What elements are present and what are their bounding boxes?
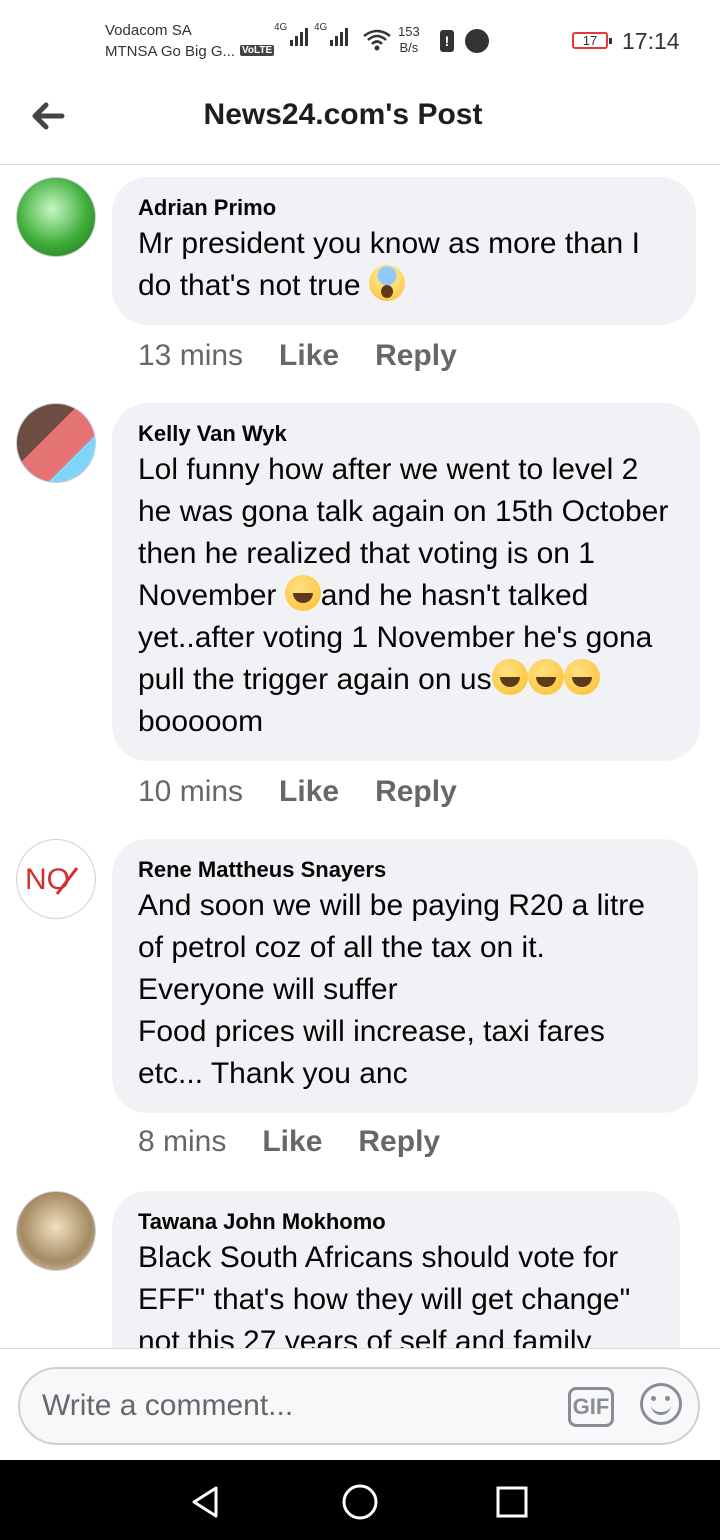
avatar[interactable]	[16, 177, 96, 257]
avatar[interactable]	[16, 403, 96, 483]
no-sign-icon: NO	[25, 863, 79, 896]
signal-icon-2: 4G	[314, 22, 348, 46]
comment-timestamp: 13 mins	[138, 339, 244, 372]
carrier-info: Vodacom SA MTNSA Go Big G...	[105, 20, 235, 62]
triangle-back-icon[interactable]	[186, 1482, 226, 1522]
comment-timestamp: 8 mins	[138, 1125, 227, 1158]
avatar[interactable]	[16, 1191, 96, 1271]
comment-composer: Write a comment... GIF	[0, 1348, 720, 1461]
comment-actions: 8 mins Like Reply	[138, 1125, 440, 1159]
avatar-initials: NO	[25, 863, 70, 896]
comment-author[interactable]: Kelly Van Wyk	[138, 421, 674, 447]
clock: 17:14	[622, 28, 680, 54]
like-button[interactable]: Like	[279, 775, 339, 809]
page-title: News24.com's Post	[203, 98, 483, 131]
gif-button[interactable]: GIF	[568, 1387, 614, 1427]
post-header: News24.com's Post	[0, 80, 720, 165]
square-recents-icon[interactable]	[492, 1482, 532, 1522]
comment-author[interactable]: Adrian Primo	[138, 195, 670, 221]
rofl-emoji	[527, 659, 564, 695]
comments-list[interactable]: Adrian Primo Mr president you know as mo…	[0, 165, 720, 1348]
comment-author[interactable]: Tawana John Mokhomo	[138, 1209, 654, 1235]
network-speed: 153 B/s	[398, 24, 420, 55]
rofl-emoji	[491, 659, 528, 695]
comment-timestamp: 10 mins	[138, 775, 244, 808]
avatar[interactable]: NO	[16, 839, 96, 919]
comment-author[interactable]: Rene Mattheus Snayers	[138, 857, 672, 883]
system-nav-bar	[0, 1460, 720, 1540]
comment-bubble[interactable]: Rene Mattheus Snayers And soon we will b…	[112, 839, 698, 1113]
signal-icon: 4G	[274, 22, 308, 46]
comment-bubble[interactable]: Adrian Primo Mr president you know as mo…	[112, 177, 696, 325]
rofl-emoji	[284, 575, 321, 611]
status-bar: Vodacom SA MTNSA Go Big G... VoLTE 4G 4G…	[0, 0, 720, 80]
circle-home-icon[interactable]	[340, 1482, 380, 1522]
reply-button[interactable]: Reply	[358, 1125, 440, 1159]
wifi-icon	[363, 29, 391, 51]
comment-bubble[interactable]: Kelly Van Wyk Lol funny how after we wen…	[112, 403, 700, 761]
comment-bubble[interactable]: Tawana John Mokhomo Black South Africans…	[112, 1191, 680, 1348]
reply-button[interactable]: Reply	[375, 339, 457, 373]
battery-icon: 17	[572, 32, 612, 49]
smiley-icon[interactable]	[640, 1383, 682, 1425]
comment-text: And soon we will be paying R20 a litre o…	[138, 889, 645, 1090]
comment-actions: 13 mins Like Reply	[138, 339, 457, 373]
like-button[interactable]: Like	[262, 1125, 322, 1159]
comment-text: Mr president you know as more than I do …	[138, 227, 640, 302]
carrier-line-2: MTNSA Go Big G...	[105, 43, 236, 60]
signal-icons: 4G 4G	[274, 22, 348, 46]
whatsapp-icon	[465, 29, 489, 53]
comment-placeholder: Write a comment...	[42, 1389, 294, 1422]
carrier-line-1: Vodacom SA	[105, 22, 192, 39]
comment-actions: 10 mins Like Reply	[138, 775, 457, 809]
comment-text: Lol funny how after we went to level 2 h…	[138, 453, 669, 738]
alert-icon: !	[440, 30, 454, 52]
like-button[interactable]: Like	[279, 339, 339, 373]
comment-input[interactable]: Write a comment... GIF	[18, 1367, 700, 1445]
comment-text: Black South Africans should vote for EFF…	[138, 1241, 631, 1348]
rofl-emoji	[563, 659, 600, 695]
screaming-face-emoji	[368, 265, 405, 301]
volte-badge: VoLTE	[240, 45, 275, 56]
reply-button[interactable]: Reply	[375, 775, 457, 809]
